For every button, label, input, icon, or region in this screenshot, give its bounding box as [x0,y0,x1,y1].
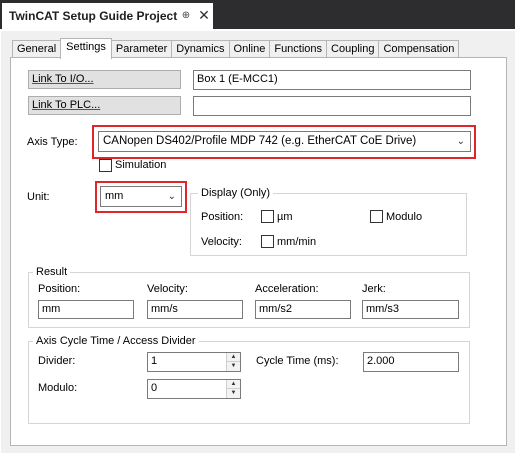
simulation-label: Simulation [115,159,167,171]
divider-stepper[interactable]: 1 ▲ ▼ [147,352,241,372]
spin-down-icon[interactable]: ▼ [227,389,240,398]
document-tab-title: TwinCAT Setup Guide Project [9,9,178,23]
simulation-checkbox[interactable] [99,159,112,172]
result-acceleration-label: Acceleration: [255,283,319,295]
result-velocity-label: Velocity: [147,283,188,295]
display-group-title: Display (Only) [198,187,274,199]
cycle-modulo-label: Modulo: [38,382,78,394]
axis-type-label: Axis Type: [27,136,78,148]
divider-arrows: ▲ ▼ [226,353,240,371]
cycle-modulo-stepper[interactable]: 0 ▲ ▼ [147,379,241,399]
display-mmmin-label: mm/min [277,236,317,248]
display-mmmin-checkbox[interactable] [261,235,274,248]
result-jerk-field[interactable]: mm/s3 [362,300,459,319]
cycle-time-label: Cycle Time (ms): [256,355,339,367]
link-plc-value-field[interactable] [193,96,471,116]
tab-online[interactable]: Online [228,40,271,58]
result-velocity-field[interactable]: mm/s [147,300,243,319]
display-um-checkbox[interactable] [261,210,274,223]
axis-type-select[interactable]: CANopen DS402/Profile MDP 742 (e.g. Ethe… [98,131,471,152]
display-velocity-label: Velocity: [201,236,242,248]
link-to-io-button[interactable]: Link To I/O... [28,70,181,89]
link-io-value-field[interactable]: Box 1 (E-MCC1) [193,70,471,90]
display-um-label: µm [277,211,293,223]
document-tab[interactable]: TwinCAT Setup Guide Project ⊕ ✕ [2,3,213,29]
result-acceleration-field[interactable]: mm/s2 [255,300,351,319]
cycle-modulo-arrows: ▲ ▼ [226,380,240,398]
document-tab-strip: TwinCAT Setup Guide Project ⊕ ✕ [0,0,515,31]
display-modulo-checkbox[interactable] [370,210,383,223]
unit-label: Unit: [27,191,50,203]
axis-properties-pane: General Settings Parameter Dynamics Onli… [0,31,515,453]
property-tabs: General Settings Parameter Dynamics Onli… [12,38,460,59]
tab-functions[interactable]: Functions [269,40,328,58]
close-icon[interactable]: ✕ [198,8,210,22]
tab-coupling[interactable]: Coupling [326,40,380,58]
result-group-title: Result [33,266,71,278]
result-position-field[interactable]: mm [38,300,134,319]
link-to-plc-button[interactable]: Link To PLC... [28,96,181,115]
tab-settings[interactable]: Settings [60,38,112,59]
divider-label: Divider: [38,355,76,367]
tab-dynamics[interactable]: Dynamics [171,40,230,58]
cycle-time-field[interactable]: 2.000 [363,352,459,372]
pin-icon[interactable]: ⊕ [180,10,192,22]
chevron-down-icon: ⌄ [167,191,176,202]
tab-compensation[interactable]: Compensation [378,40,460,58]
tab-general[interactable]: General [12,40,62,58]
chevron-down-icon: ⌄ [456,136,465,147]
cycle-group-title: Axis Cycle Time / Access Divider [33,335,199,347]
result-position-label: Position: [38,283,81,295]
result-jerk-label: Jerk: [362,283,386,295]
spin-up-icon[interactable]: ▲ [227,380,240,389]
tab-parameter[interactable]: Parameter [110,40,173,58]
unit-select[interactable]: mm ⌄ [100,186,182,207]
display-modulo-label: Modulo [386,211,423,223]
divider-value: 1 [151,355,158,367]
axis-type-value: CANopen DS402/Profile MDP 742 (e.g. Ethe… [103,135,417,147]
settings-tab-body: Link To I/O... Box 1 (E-MCC1) Link To PL… [10,57,507,446]
cycle-modulo-value: 0 [151,382,158,394]
spin-down-icon[interactable]: ▼ [227,362,240,371]
unit-value: mm [105,190,124,202]
display-position-label: Position: [201,211,244,223]
spin-up-icon[interactable]: ▲ [227,353,240,362]
